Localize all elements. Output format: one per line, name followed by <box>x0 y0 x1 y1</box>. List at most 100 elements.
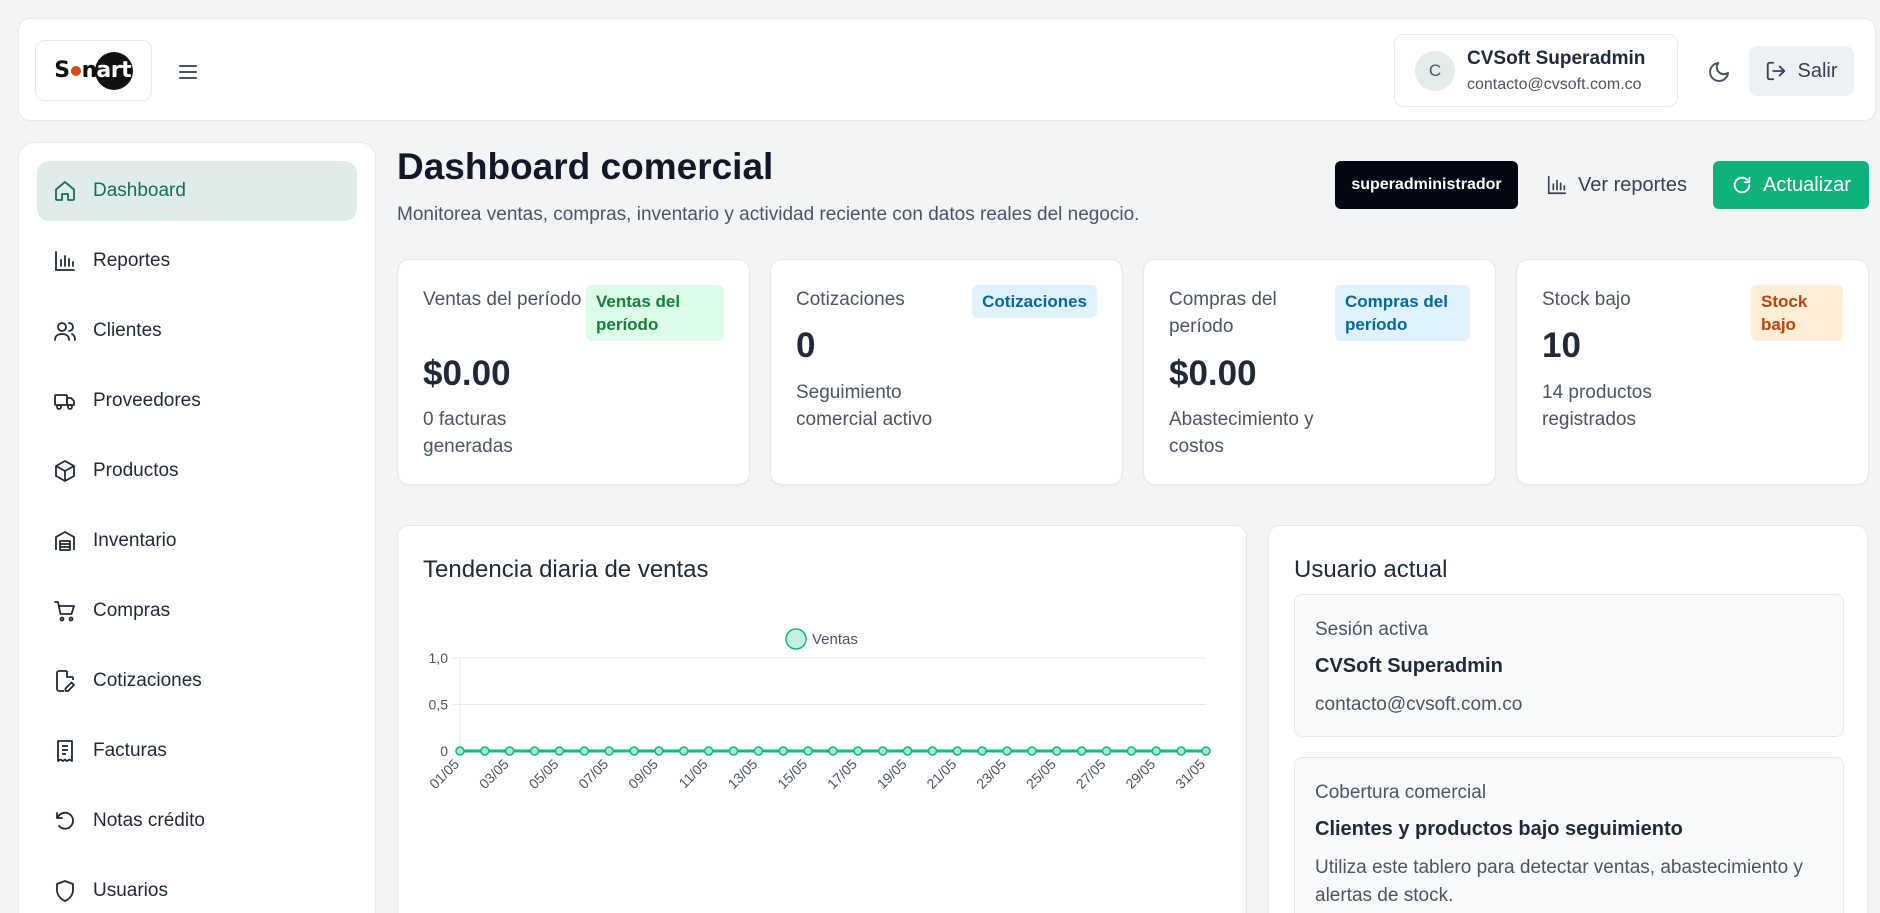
data-point <box>1201 746 1211 756</box>
x-tick-label: 11/05 <box>675 756 711 792</box>
role-badge: superadministrador <box>1335 161 1518 209</box>
app-logo[interactable]: Sn art <box>35 40 152 101</box>
data-point <box>480 746 490 756</box>
sales-trend-panel: Tendencia diaria de ventas Ventas 1,0 0,5… <box>397 525 1247 913</box>
data-point <box>778 746 789 756</box>
x-tick-label: 21/05 <box>923 756 959 792</box>
data-point <box>803 746 813 756</box>
data-point <box>853 746 863 756</box>
data-point <box>927 746 938 756</box>
y-axis-ticks: 1,0 0,5 0 <box>429 650 449 759</box>
logo-letters-art: art <box>96 58 132 83</box>
logo-letter-s: S <box>54 58 70 83</box>
x-tick-label: 19/05 <box>874 756 910 792</box>
refresh-label: Actualizar <box>1763 173 1851 196</box>
logo-circle: art <box>94 51 133 90</box>
theme-toggle-button[interactable] <box>1702 55 1736 89</box>
y-tick-label: 1,0 <box>429 650 449 666</box>
data-point <box>1101 746 1112 756</box>
sidebar-item-inventario[interactable]: Inventario <box>37 511 357 571</box>
sidebar-item-facturas[interactable]: Facturas <box>37 721 357 781</box>
coverage-card: Cobertura comercial Clientes y productos… <box>1294 757 1844 913</box>
stat-label: Cotizaciones <box>796 289 905 310</box>
data-point <box>1002 746 1012 756</box>
sidebar-item-dashboard[interactable]: Dashboard <box>37 161 357 221</box>
x-tick-label: 23/05 <box>973 756 1009 792</box>
stat-label: Stock bajo <box>1542 289 1631 310</box>
data-point <box>1151 746 1162 756</box>
view-reports-button[interactable]: Ver reportes <box>1540 161 1692 209</box>
current-user-panel: Usuario actual Sesión activa CVSoft Supe… <box>1268 525 1868 913</box>
x-tick-label: 17/05 <box>824 756 860 792</box>
logo-wordmark: Sn art <box>54 51 133 90</box>
stat-card-stock-bajo: Stock bajo Stock bajo 10 14 productos re… <box>1516 259 1869 485</box>
data-point <box>579 746 590 756</box>
chart-legend[interactable]: Ventas <box>785 628 858 650</box>
sidebar-item-notas-credito[interactable]: Notas crédito <box>37 791 357 851</box>
avatar: C <box>1415 50 1455 91</box>
x-tick-label: 25/05 <box>1023 756 1059 792</box>
session-card: Sesión activa CVSoft Superadmin contacto… <box>1294 594 1844 737</box>
session-user-name: CVSoft Superadmin <box>1315 655 1503 677</box>
sidebar-item-label: Facturas <box>93 740 167 761</box>
data-point <box>952 746 963 756</box>
view-reports-label: Ver reportes <box>1578 173 1687 196</box>
x-tick-label: 01/05 <box>426 756 462 792</box>
data-point <box>1052 746 1062 756</box>
sidebar-item-label: Proveedores <box>93 390 201 411</box>
user-email: contacto@cvsoft.com.co <box>1467 75 1642 93</box>
data-point <box>1126 746 1137 756</box>
bar-chart-icon <box>1547 175 1567 195</box>
y-tick-label: 0 <box>440 743 448 759</box>
stat-badge: Ventas del período <box>586 285 724 341</box>
sidebar-item-label: Cotizaciones <box>93 670 202 691</box>
chart-series <box>455 746 1211 756</box>
file-edit-icon <box>56 670 75 692</box>
stat-value: 0 <box>796 326 816 365</box>
bar-chart-icon <box>55 251 75 271</box>
stat-label: Ventas del período <box>423 289 582 310</box>
sidebar-item-compras[interactable]: Compras <box>37 581 357 641</box>
sidebar-item-usuarios[interactable]: Usuarios <box>37 861 357 913</box>
data-point <box>902 746 913 756</box>
user-name: CVSoft Superadmin <box>1467 47 1646 69</box>
sidebar-item-productos[interactable]: Productos <box>37 441 357 501</box>
logout-button[interactable]: Salir <box>1749 46 1854 96</box>
data-point <box>529 746 540 756</box>
x-tick-label: 05/05 <box>525 756 561 792</box>
data-point <box>728 746 739 756</box>
x-tick-label: 09/05 <box>625 756 661 792</box>
user-panel-title: Usuario actual <box>1294 556 1448 583</box>
data-point <box>654 746 664 756</box>
user-chip[interactable]: C CVSoft Superadmin contacto@cvsoft.com.… <box>1394 34 1678 107</box>
sidebar-item-proveedores[interactable]: Proveedores <box>37 371 357 431</box>
x-axis-ticks: 01/05 03/05 05/05 07/05 09/05 11/05 13/05 15/05… <box>426 756 1208 792</box>
logout-label: Salir <box>1797 59 1838 82</box>
hamburger-menu-button[interactable] <box>173 57 203 87</box>
sidebar-item-label: Compras <box>93 600 171 621</box>
sidebar-item-clientes[interactable]: Clientes <box>37 301 357 361</box>
data-point <box>679 746 689 756</box>
x-tick-label: 29/05 <box>1122 756 1158 792</box>
coverage-label: Cobertura comercial <box>1315 782 1487 803</box>
data-point <box>977 746 987 756</box>
stat-desc: Abastecimiento y costos <box>1169 409 1314 457</box>
data-point <box>629 746 639 756</box>
sidebar-item-label: Clientes <box>93 320 162 341</box>
moon-icon <box>1709 62 1729 82</box>
sidebar-item-label: Reportes <box>93 250 171 271</box>
sidebar-item-label: Dashboard <box>93 180 186 201</box>
hamburger-icon <box>179 65 197 79</box>
x-tick-label: 31/05 <box>1172 756 1208 792</box>
session-user-email: contacto@cvsoft.com.co <box>1315 694 1523 715</box>
stat-desc: 0 facturas generadas <box>423 409 513 457</box>
sidebar-item-reportes[interactable]: Reportes <box>37 231 357 291</box>
chart-panel-title: Tendencia diaria de ventas <box>423 556 709 583</box>
stat-desc: 14 productos registrados <box>1542 382 1652 430</box>
sidebar-item-cotizaciones[interactable]: Cotizaciones <box>37 651 357 711</box>
receipt-icon <box>57 740 73 762</box>
box-icon <box>55 460 75 482</box>
chart-grid <box>452 657 1206 757</box>
refresh-button[interactable]: Actualizar <box>1713 161 1869 209</box>
data-point <box>877 746 888 756</box>
